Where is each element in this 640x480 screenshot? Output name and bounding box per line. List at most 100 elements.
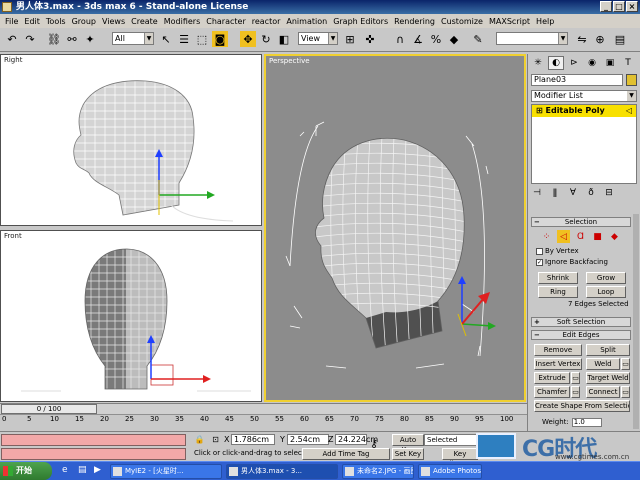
bind-space-warp-icon[interactable]: ✦: [82, 31, 98, 47]
selection-filter-dropdown[interactable]: All ▼: [112, 32, 154, 45]
select-manipulate-icon[interactable]: ✜: [362, 31, 378, 47]
maximize-button[interactable]: □: [613, 1, 625, 12]
menu-edit[interactable]: Edit: [21, 17, 43, 26]
viewport-label[interactable]: Right: [4, 56, 22, 64]
configure-sets-icon[interactable]: ⊟: [603, 187, 615, 199]
connect-settings-button[interactable]: ▭: [621, 386, 630, 398]
weight-spinner[interactable]: 1.0: [571, 418, 602, 427]
select-link-icon[interactable]: ⛓: [46, 31, 62, 47]
show-end-result-icon[interactable]: ǁ: [549, 187, 561, 199]
stack-item-editable-poly[interactable]: ⊞ Editable Poly ◁: [532, 105, 636, 117]
extrude-button[interactable]: Extrude: [534, 372, 570, 384]
shrink-button[interactable]: Shrink: [538, 272, 578, 284]
menu-animation[interactable]: Animation: [283, 17, 330, 26]
border-mode-icon[interactable]: Ɑ: [574, 230, 587, 243]
absolute-mode-icon[interactable]: ⊡: [210, 434, 221, 445]
split-button[interactable]: Split: [586, 344, 630, 356]
undo-icon[interactable]: ↶: [4, 31, 20, 47]
remove-button[interactable]: Remove: [534, 344, 582, 356]
menu-graph-editors[interactable]: Graph Editors: [330, 17, 391, 26]
select-move-icon[interactable]: ✥: [240, 31, 256, 47]
unlink-icon[interactable]: ⚯: [64, 31, 80, 47]
time-slider[interactable]: 0 / 100: [0, 403, 527, 414]
mirror-icon[interactable]: ⇋: [574, 31, 590, 47]
edge-mode-icon[interactable]: ◁: [557, 230, 570, 243]
maxscript-listener-mini[interactable]: [1, 434, 186, 446]
desktop-quicklaunch-icon[interactable]: ▤: [78, 465, 90, 477]
task-mspaint[interactable]: 未命名2.JPG - 画图: [342, 464, 414, 479]
task-myie2[interactable]: MyIE2 - [火星时...: [110, 464, 222, 479]
y-coordinate-field[interactable]: 2.54cm: [287, 434, 329, 445]
lock-selection-icon[interactable]: 🔒: [194, 434, 205, 445]
insert-vertex-button[interactable]: Insert Vertex: [534, 358, 582, 370]
media-quicklaunch-icon[interactable]: ▶: [94, 465, 106, 477]
pivot-center-icon[interactable]: ⊞: [342, 31, 358, 47]
make-unique-icon[interactable]: ∀: [567, 187, 579, 199]
modifier-list-dropdown[interactable]: Modifier List ▼: [531, 90, 637, 102]
menu-views[interactable]: Views: [99, 17, 128, 26]
modify-tab-icon[interactable]: ◐: [548, 56, 564, 70]
named-selection-dropdown[interactable]: ▼: [496, 32, 568, 45]
auto-key-button[interactable]: Auto Key: [392, 434, 424, 454]
time-slider-thumb[interactable]: 0 / 100: [1, 404, 97, 414]
menu-create[interactable]: Create: [128, 17, 161, 26]
start-button[interactable]: 开始: [0, 462, 52, 480]
loop-button[interactable]: Loop: [586, 286, 626, 298]
redo-icon[interactable]: ↷: [22, 31, 38, 47]
edit-edges-rollout-header[interactable]: − Edit Edges: [531, 330, 631, 340]
reference-coord-dropdown[interactable]: View ▼: [298, 32, 338, 45]
ignore-backfacing-checkbox[interactable]: ✓ Ignore Backfacing: [536, 258, 608, 266]
minimize-button[interactable]: _: [600, 1, 612, 12]
object-color-swatch[interactable]: [626, 74, 637, 86]
task-photoshop[interactable]: Adobe Photoshop: [418, 464, 482, 479]
weld-button[interactable]: Weld: [586, 358, 620, 370]
motion-tab-icon[interactable]: ◉: [584, 56, 600, 70]
grow-button[interactable]: Grow: [586, 272, 626, 284]
pin-stack-icon[interactable]: ⊣: [531, 187, 543, 199]
menu-group[interactable]: Group: [69, 17, 99, 26]
utilities-tab-icon[interactable]: T: [620, 56, 636, 70]
viewport-front[interactable]: Front: [0, 230, 262, 402]
by-vertex-checkbox[interactable]: By Vertex: [536, 247, 579, 255]
layer-manager-icon[interactable]: ▤: [612, 31, 628, 47]
menu-maxscript[interactable]: MAXScript: [486, 17, 533, 26]
element-mode-icon[interactable]: ◆: [608, 230, 621, 243]
remove-modifier-icon[interactable]: ð: [585, 187, 597, 199]
menu-modifiers[interactable]: Modifiers: [161, 17, 204, 26]
hierarchy-tab-icon[interactable]: ⊳: [566, 56, 582, 70]
task-3dsmax[interactable]: 男人体3.max - 3...: [226, 464, 338, 479]
menu-reactor[interactable]: reactor: [249, 17, 284, 26]
viewport-label[interactable]: Perspective: [269, 57, 310, 65]
close-button[interactable]: ×: [626, 1, 638, 12]
viewport-label[interactable]: Front: [4, 232, 22, 240]
create-shape-button[interactable]: Create Shape From Selection: [534, 400, 630, 412]
connect-button[interactable]: Connect: [586, 386, 620, 398]
polygon-mode-icon[interactable]: ■: [591, 230, 604, 243]
extrude-settings-button[interactable]: ▭: [571, 372, 580, 384]
weld-settings-button[interactable]: ▭: [621, 358, 630, 370]
create-tab-icon[interactable]: ✳: [530, 56, 546, 70]
set-key-icon[interactable]: ⚷: [370, 437, 378, 450]
snap-toggle-icon[interactable]: ∩: [392, 31, 408, 47]
window-crossing-icon[interactable]: ◙: [212, 31, 228, 47]
x-coordinate-field[interactable]: 1.786cm: [231, 434, 275, 445]
target-weld-button[interactable]: Target Weld: [586, 372, 630, 384]
ring-button[interactable]: Ring: [538, 286, 578, 298]
selection-rollout-header[interactable]: − Selection: [531, 217, 631, 227]
angle-snap-icon[interactable]: ∡: [410, 31, 426, 47]
select-by-name-icon[interactable]: ☰: [176, 31, 192, 47]
chamfer-button[interactable]: Chamfer: [534, 386, 570, 398]
soft-selection-rollout-header[interactable]: + Soft Selection: [531, 317, 631, 327]
menu-file[interactable]: File: [2, 17, 21, 26]
viewport-perspective[interactable]: Perspective: [264, 54, 526, 402]
track-bar[interactable]: 0 5 10 15 20 25 30 35 40 45 50 55 60 65 …: [0, 414, 527, 430]
set-key-button[interactable]: Set Key: [392, 448, 424, 460]
select-scale-icon[interactable]: ◧: [276, 31, 292, 47]
ie-quicklaunch-icon[interactable]: e: [62, 465, 74, 477]
select-rotate-icon[interactable]: ↻: [258, 31, 274, 47]
menu-customize[interactable]: Customize: [438, 17, 486, 26]
display-tab-icon[interactable]: ▣: [602, 56, 618, 70]
viewport-right[interactable]: Right: [0, 54, 262, 226]
align-icon[interactable]: ⊕: [592, 31, 608, 47]
menu-tools[interactable]: Tools: [43, 17, 69, 26]
